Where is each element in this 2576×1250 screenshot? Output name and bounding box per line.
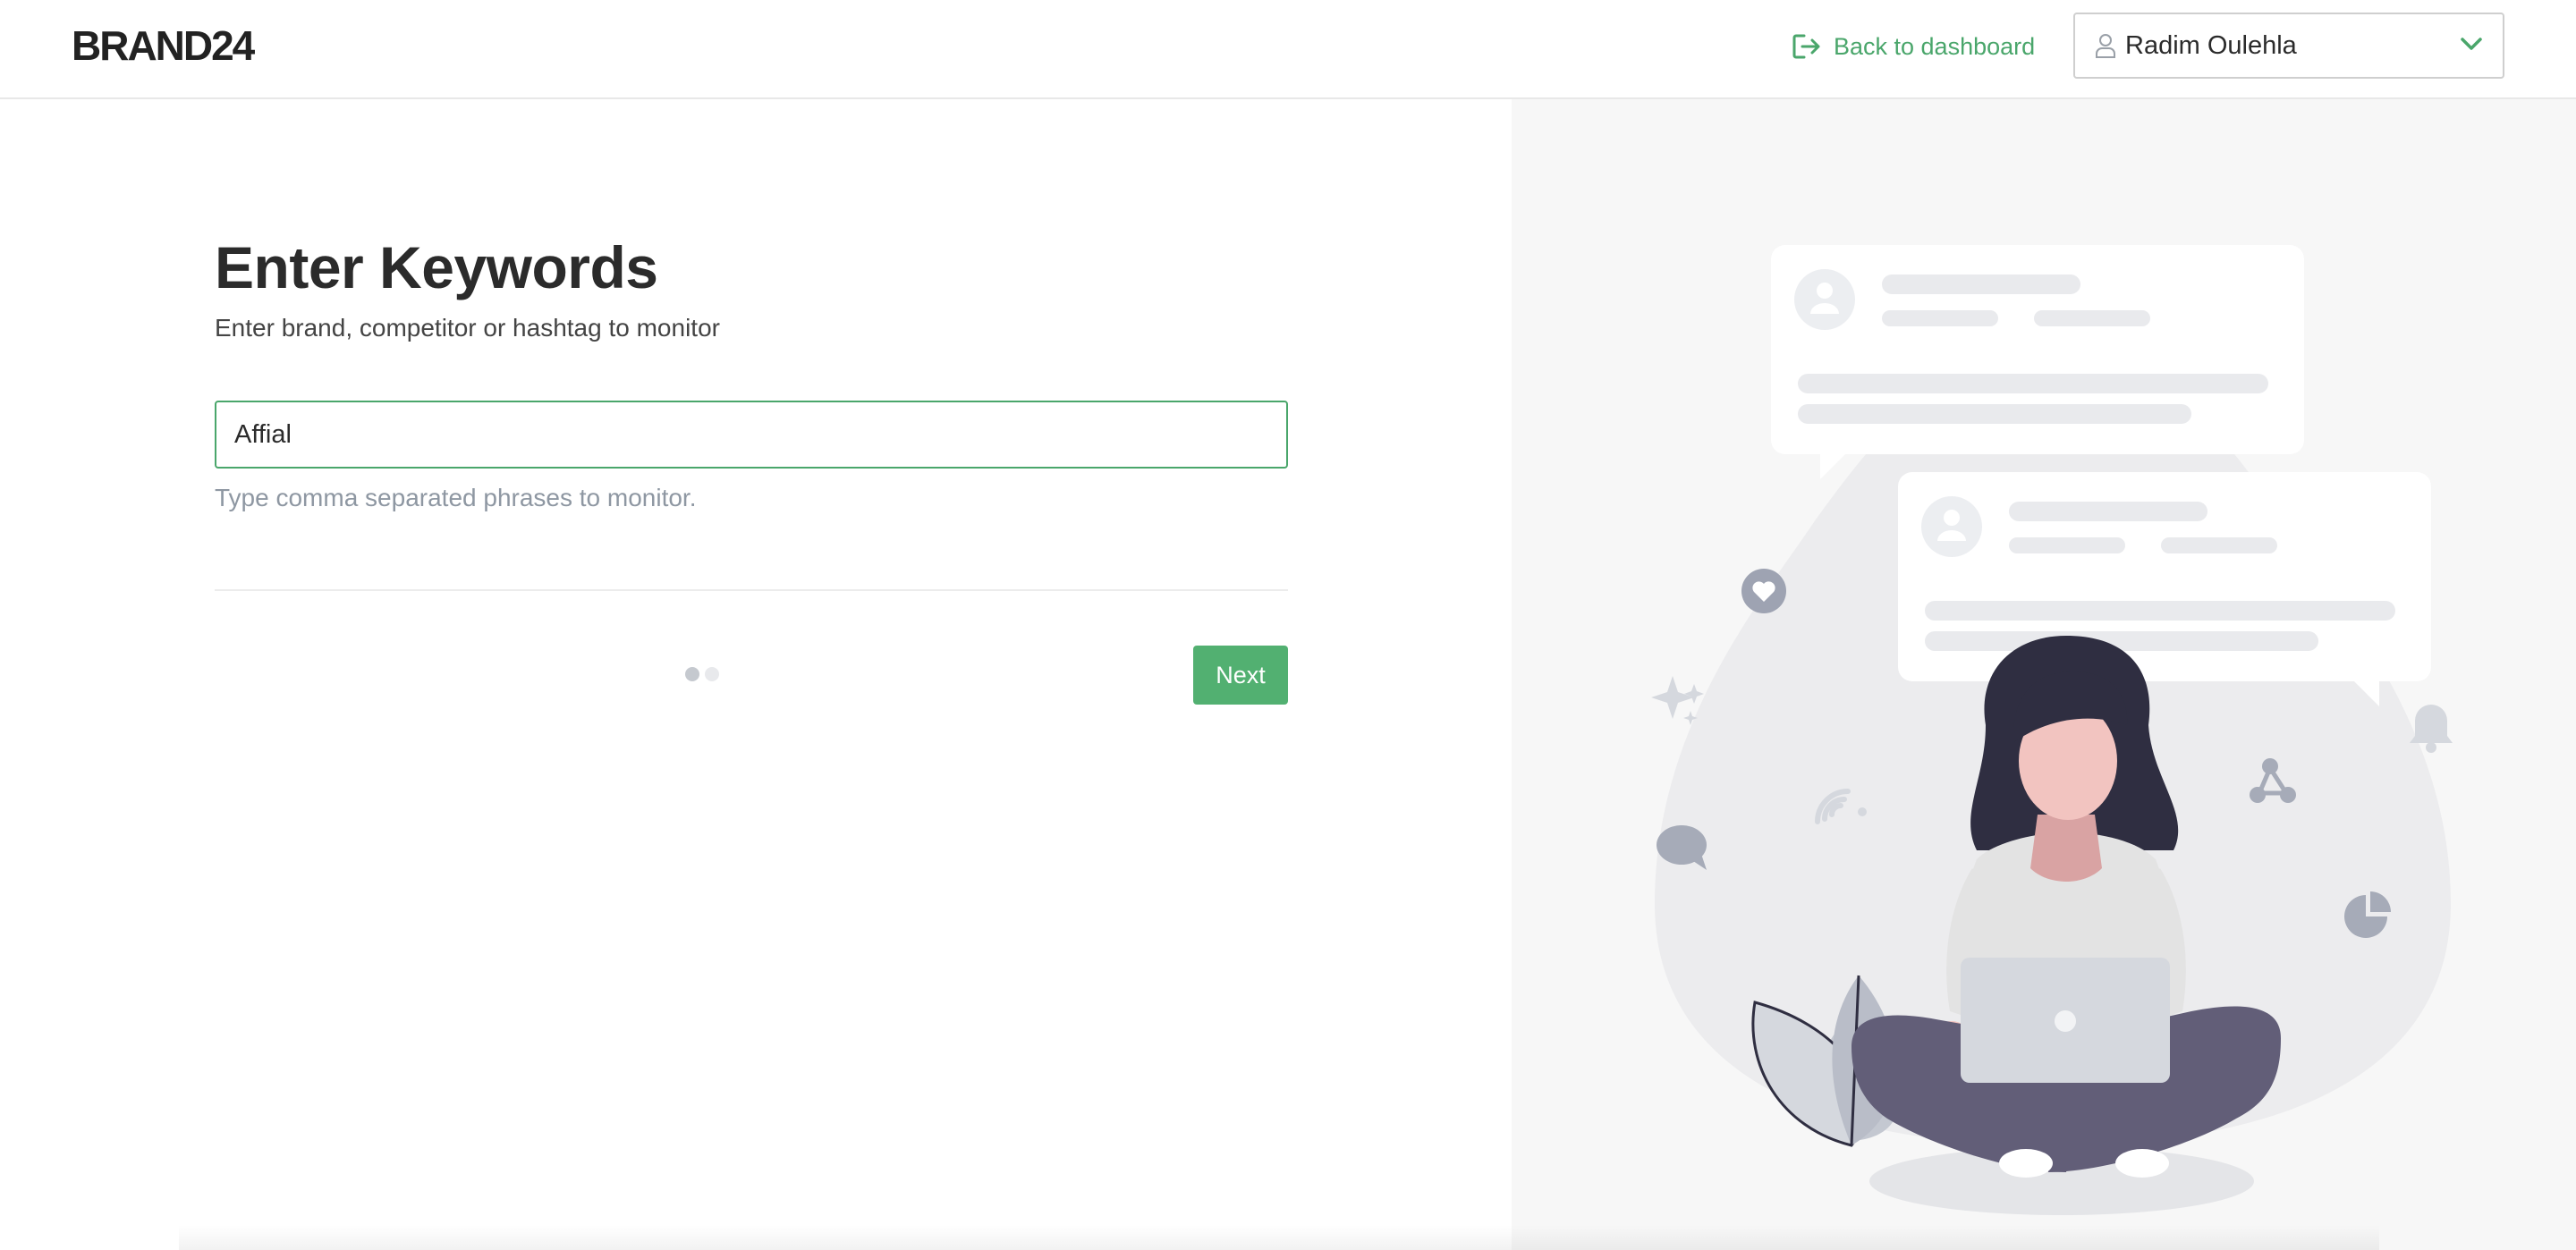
form-divider: [215, 589, 1288, 591]
page-title: Enter Keywords: [215, 234, 658, 300]
back-link-label: Back to dashboard: [1834, 32, 2036, 60]
keywords-input[interactable]: [215, 401, 1288, 469]
page-subtitle: Enter brand, competitor or hashtag to mo…: [215, 314, 720, 342]
woman-with-laptop-illustration: [1651, 245, 2453, 1215]
top-header: BRAND24 Back to dashboard Radim Oulehla: [0, 0, 2576, 99]
post-card-2: [1898, 472, 2431, 706]
user-account-dropdown[interactable]: Radim Oulehla: [2073, 13, 2504, 79]
step-indicator: [685, 667, 719, 681]
chevron-down-icon: [2460, 36, 2483, 52]
post-card-1: [1771, 245, 2304, 479]
keyword-form-panel: Enter Keywords Enter brand, competitor o…: [0, 99, 1512, 1250]
next-button[interactable]: Next: [1193, 646, 1288, 705]
heart-icon: [1741, 569, 1786, 613]
keywords-hint: Type comma separated phrases to monitor.: [215, 484, 697, 511]
brand-logo[interactable]: BRAND24: [72, 21, 255, 70]
user-name: Radim Oulehla: [2125, 30, 2297, 60]
footer-shadow: [179, 1225, 2379, 1250]
step-dot-2[interactable]: [705, 667, 719, 681]
user-icon: [2095, 33, 2116, 58]
back-to-dashboard-link[interactable]: Back to dashboard: [1792, 29, 2035, 64]
step-dot-1[interactable]: [685, 667, 699, 681]
sparkle-icon: [1651, 676, 1704, 725]
illustration-panel: [1512, 99, 2576, 1250]
exit-arrow-icon: [1792, 34, 1820, 59]
